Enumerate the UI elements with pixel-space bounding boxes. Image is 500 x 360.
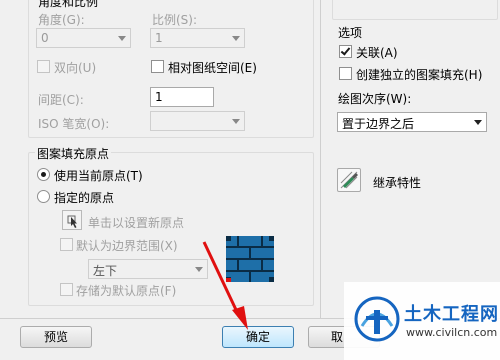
- inherit-properties-button[interactable]: [337, 168, 361, 192]
- store-default-checkbox[interactable]: [60, 283, 73, 296]
- separate-hatches-checkbox[interactable]: [339, 67, 352, 80]
- spacing-input[interactable]: 1: [150, 87, 214, 107]
- civilcn-logo-icon: [354, 296, 400, 342]
- options-title: 选项: [338, 26, 363, 40]
- pick-point-icon: [67, 215, 77, 228]
- bidirectional-checkbox[interactable]: [37, 60, 50, 73]
- angle-value: 0: [41, 31, 49, 45]
- separate-hatches-label: 创建独立的图案填充(H): [356, 68, 483, 82]
- set-origin-button[interactable]: [62, 210, 82, 230]
- angle-scale-group-title: 角度和比例: [36, 0, 101, 10]
- relative-paper-label: 相对图纸空间(E): [168, 61, 257, 75]
- radio-dot: [41, 172, 46, 177]
- chevron-down-icon: [118, 36, 126, 41]
- scale-combo[interactable]: 1: [150, 28, 245, 48]
- scale-label: 比例(S):: [152, 13, 198, 27]
- use-current-origin-radio[interactable]: [37, 168, 50, 181]
- spacing-label: 间距(C):: [38, 93, 84, 107]
- click-set-origin-label: 单击以设置新原点: [88, 216, 185, 230]
- pane-divider: [320, 0, 321, 318]
- iso-pen-combo[interactable]: [150, 111, 245, 131]
- chevron-down-icon: [474, 120, 482, 125]
- associative-checkbox[interactable]: [339, 45, 352, 58]
- default-boundary-checkbox[interactable]: [60, 238, 73, 251]
- check-icon: [340, 45, 351, 56]
- inherit-brush-icon: [340, 171, 358, 189]
- draw-order-label: 绘图次序(W):: [338, 92, 412, 106]
- watermark: 土木工程网 www.civilcn.com: [344, 282, 500, 360]
- scale-value: 1: [155, 31, 163, 45]
- hatch-origin-title: 图案填充原点: [35, 145, 112, 162]
- preview-button[interactable]: 预览: [20, 326, 92, 348]
- angle-combo[interactable]: 0: [36, 28, 131, 48]
- annotation-arrow: [202, 241, 248, 330]
- bidirectional-label: 双向(U): [54, 61, 97, 75]
- store-default-label: 存储为默认原点(F): [76, 284, 177, 298]
- chevron-down-icon: [232, 36, 240, 41]
- boundary-position-value: 左下: [93, 264, 118, 278]
- specified-origin-radio[interactable]: [37, 190, 50, 203]
- right-top-group: [332, 0, 498, 20]
- iso-pen-label: ISO 笔宽(O):: [38, 117, 110, 131]
- angle-label: 角度(G):: [38, 13, 85, 27]
- draw-order-combo[interactable]: 置于边界之后: [337, 112, 487, 132]
- chevron-down-icon: [232, 119, 240, 124]
- watermark-brand: 土木工程网: [404, 304, 499, 325]
- default-boundary-label: 默认为边界范围(X): [76, 239, 178, 253]
- use-current-origin-label: 使用当前原点(T): [54, 169, 143, 183]
- inherit-properties-label: 继承特性: [373, 176, 422, 190]
- draw-order-value: 置于边界之后: [342, 117, 415, 131]
- specified-origin-label: 指定的原点: [54, 191, 115, 205]
- relative-paper-checkbox[interactable]: [151, 60, 164, 73]
- associative-label: 关联(A): [356, 46, 398, 60]
- watermark-url: www.civilcn.com: [406, 326, 498, 339]
